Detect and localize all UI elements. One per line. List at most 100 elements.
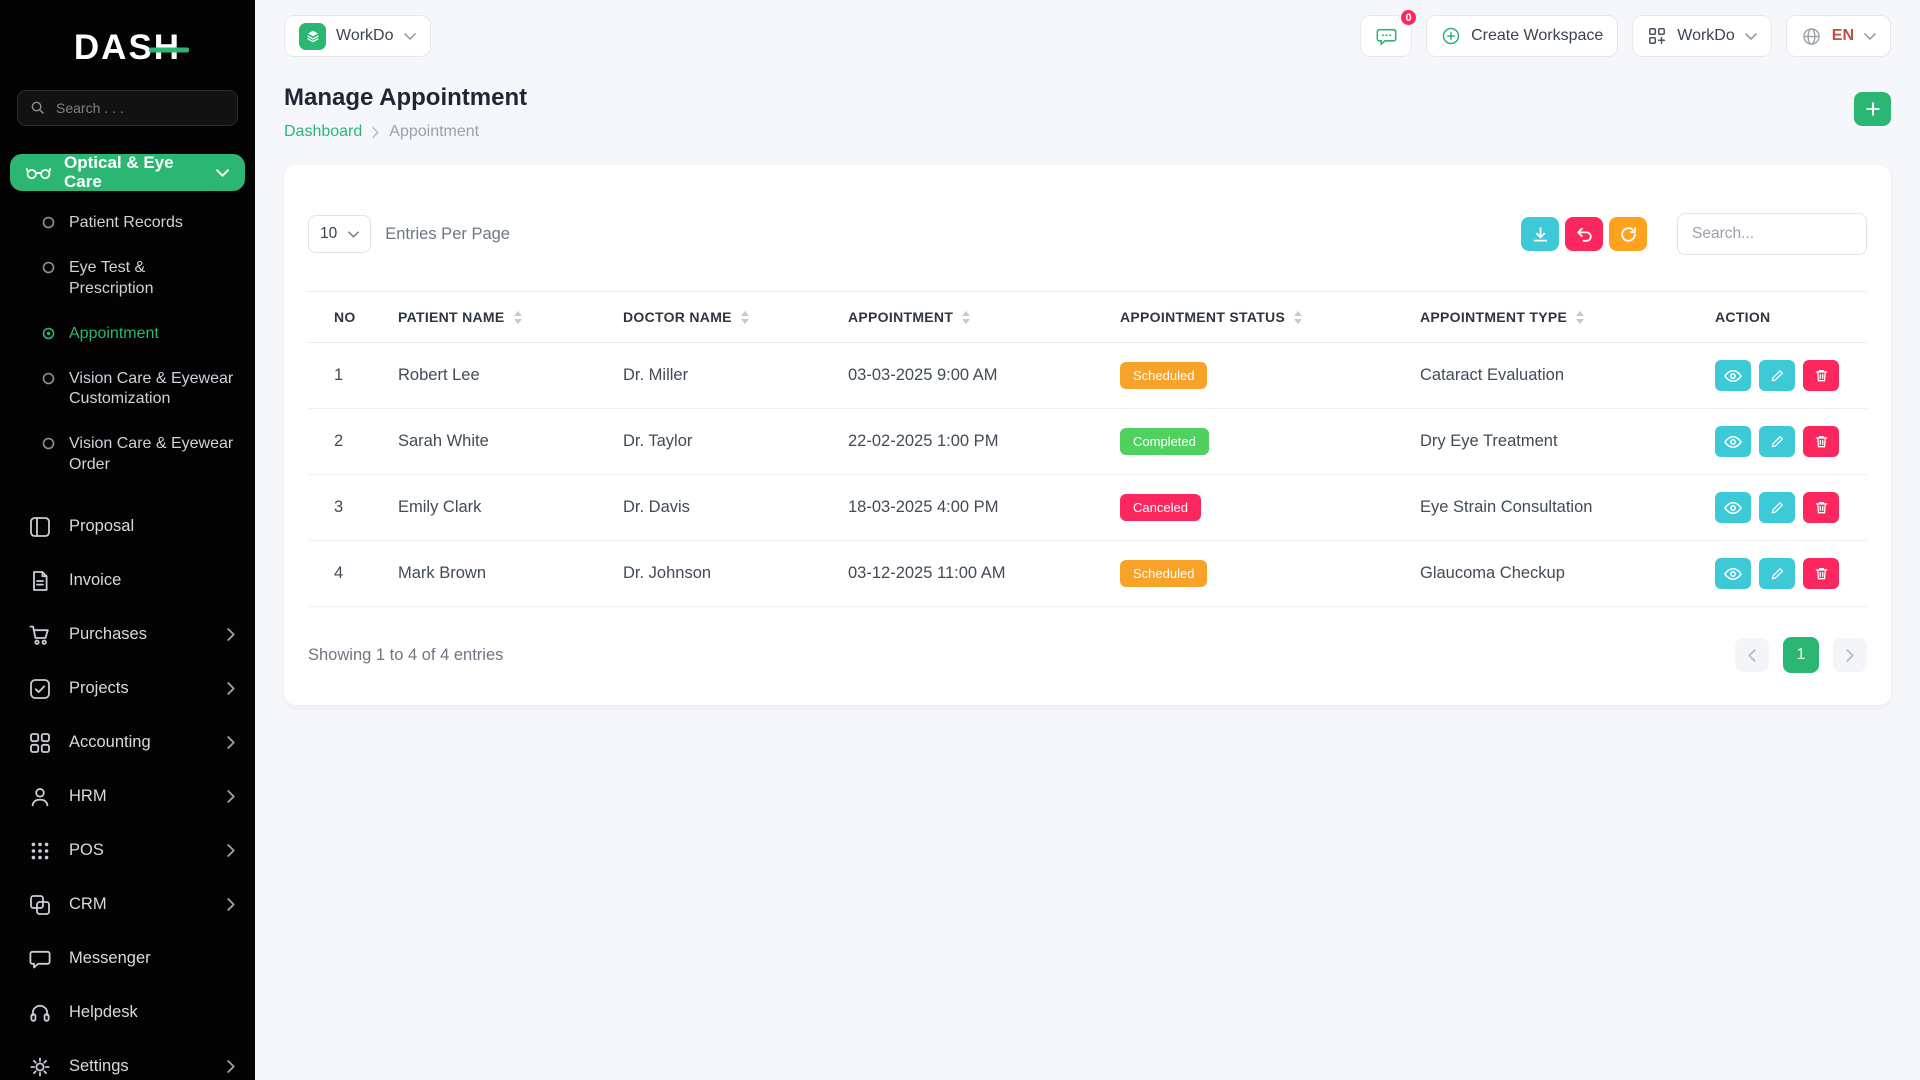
status-badge: Canceled	[1120, 494, 1201, 521]
chevron-down-icon	[403, 32, 416, 40]
check-square-icon	[30, 678, 50, 699]
eye-icon	[1724, 567, 1742, 580]
cell-appointment-type: Eye Strain Consultation	[1420, 474, 1715, 541]
sidebar-item-accounting[interactable]: Accounting	[0, 716, 255, 770]
cell-no: 1	[308, 342, 398, 409]
sidebar-group-optical-eye-care[interactable]: Optical & Eye Care	[10, 153, 245, 192]
pencil-icon	[1771, 568, 1783, 580]
workspace-name: WorkDo	[336, 27, 394, 44]
table-toolbar	[1521, 213, 1867, 255]
delete-button[interactable]	[1803, 426, 1839, 457]
breadcrumb-dashboard-link[interactable]: Dashboard	[284, 123, 362, 141]
eye-icon	[1724, 435, 1742, 448]
messages-count-badge: 0	[1399, 8, 1419, 27]
delete-button[interactable]	[1803, 360, 1839, 391]
sidebar-item-projects[interactable]: Projects	[0, 662, 255, 716]
cell-appointment: 22-02-2025 1:00 PM	[848, 408, 1120, 475]
view-button[interactable]	[1715, 426, 1751, 457]
sidebar-item-label: Helpdesk	[69, 1003, 138, 1022]
edit-button[interactable]	[1759, 492, 1795, 523]
circle-plus-icon	[1441, 26, 1461, 46]
download-icon	[1531, 225, 1550, 244]
sidebar-item-crm[interactable]: CRM	[0, 878, 255, 932]
sidebar-search-input[interactable]	[17, 90, 238, 126]
status-badge: Scheduled	[1120, 560, 1208, 587]
sidebar-item-eye-test-prescription[interactable]: Eye Test & Prescription	[0, 246, 255, 312]
column-header-doctor-name: DOCTOR NAME	[623, 291, 848, 343]
sidebar-item-purchases[interactable]: Purchases	[0, 608, 255, 662]
previous-page-button[interactable]	[1735, 638, 1769, 672]
sidebar-item-patient-records[interactable]: Patient Records	[0, 201, 255, 246]
cell-no: 3	[308, 474, 398, 541]
glasses-icon	[26, 165, 51, 180]
sidebar-search	[17, 90, 238, 126]
chevron-right-icon	[227, 1060, 235, 1074]
chevron-down-icon	[216, 169, 229, 177]
squares-icon	[30, 894, 50, 915]
sidebar-item-appointment[interactable]: Appointment	[0, 312, 255, 357]
sidebar-item-label: Patient Records	[69, 214, 183, 232]
column-header-no: NO	[308, 291, 398, 343]
sort-icon[interactable]	[740, 310, 749, 324]
edit-button[interactable]	[1759, 426, 1795, 457]
document-icon	[33, 570, 48, 591]
page-number-button[interactable]: 1	[1783, 637, 1819, 673]
language-selector[interactable]: EN	[1785, 15, 1891, 57]
delete-button[interactable]	[1803, 492, 1839, 523]
trash-icon	[1815, 501, 1827, 514]
delete-button[interactable]	[1803, 558, 1839, 589]
messages-button[interactable]: 0	[1360, 8, 1419, 57]
export-button[interactable]	[1521, 217, 1559, 251]
sidebar-item-vision-care-eyewear-customization[interactable]: Vision Care & Eyewear Customization	[0, 357, 255, 423]
sidebar-item-helpdesk[interactable]: Helpdesk	[0, 986, 255, 1040]
table-row: 1 Robert Lee Dr. Miller 03-03-2025 9:00 …	[308, 342, 1867, 409]
table-row: 2 Sarah White Dr. Taylor 22-02-2025 1:00…	[308, 408, 1867, 475]
sidebar: DASH Optical & Eye Care Patient Records	[0, 0, 255, 1080]
grid-icon	[30, 732, 50, 753]
edit-button[interactable]	[1759, 558, 1795, 589]
edit-button[interactable]	[1759, 360, 1795, 391]
apps-menu-button[interactable]: WorkDo	[1632, 15, 1772, 57]
create-workspace-button[interactable]: Create Workspace	[1426, 15, 1619, 57]
sidebar-submenu: Patient Records Eye Test & Prescription …	[0, 199, 255, 495]
brand-logo[interactable]: DASH	[0, 0, 255, 80]
circle-icon	[42, 372, 55, 385]
cart-icon	[29, 625, 49, 645]
sidebar-item-pos[interactable]: POS	[0, 824, 255, 878]
sidebar-item-messenger[interactable]: Messenger	[0, 932, 255, 986]
cell-appointment-type: Dry Eye Treatment	[1420, 408, 1715, 475]
row-actions	[1715, 558, 1859, 589]
sort-icon[interactable]	[962, 310, 971, 324]
entries-per-page-select[interactable]: 10	[308, 215, 372, 253]
sidebar-item-hrm[interactable]: HRM	[0, 770, 255, 824]
layout-icon	[30, 516, 50, 537]
sort-icon[interactable]	[513, 310, 522, 324]
chevron-right-icon	[227, 736, 235, 750]
table-search-input[interactable]	[1677, 213, 1867, 255]
sort-icon[interactable]	[1576, 310, 1585, 324]
pencil-icon	[1771, 502, 1783, 514]
sort-icon[interactable]	[1294, 310, 1303, 324]
sidebar-item-invoice[interactable]: Invoice	[0, 554, 255, 608]
add-appointment-button[interactable]	[1854, 92, 1891, 126]
next-page-button[interactable]	[1833, 638, 1867, 672]
column-header-action: ACTION	[1715, 291, 1867, 343]
sidebar-item-proposal[interactable]: Proposal	[0, 500, 255, 554]
view-button[interactable]	[1715, 558, 1751, 589]
reset-button[interactable]	[1565, 217, 1603, 251]
view-button[interactable]	[1715, 492, 1751, 523]
table-footer: Showing 1 to 4 of 4 entries 1	[308, 637, 1867, 673]
workspace-switcher[interactable]: WorkDo	[284, 15, 431, 57]
undo-arrow-icon	[1575, 225, 1594, 244]
apps-menu-label: WorkDo	[1677, 27, 1735, 44]
row-actions	[1715, 492, 1859, 523]
pencil-icon	[1771, 436, 1783, 448]
row-actions	[1715, 360, 1859, 391]
sidebar-item-vision-care-eyewear-order[interactable]: Vision Care & Eyewear Order	[0, 422, 255, 488]
sidebar-item-settings[interactable]: Settings	[0, 1040, 255, 1080]
cell-patient-name: Mark Brown	[398, 540, 623, 607]
cell-no: 2	[308, 408, 398, 475]
view-button[interactable]	[1715, 360, 1751, 391]
pencil-icon	[1771, 370, 1783, 382]
refresh-button[interactable]	[1609, 217, 1647, 251]
